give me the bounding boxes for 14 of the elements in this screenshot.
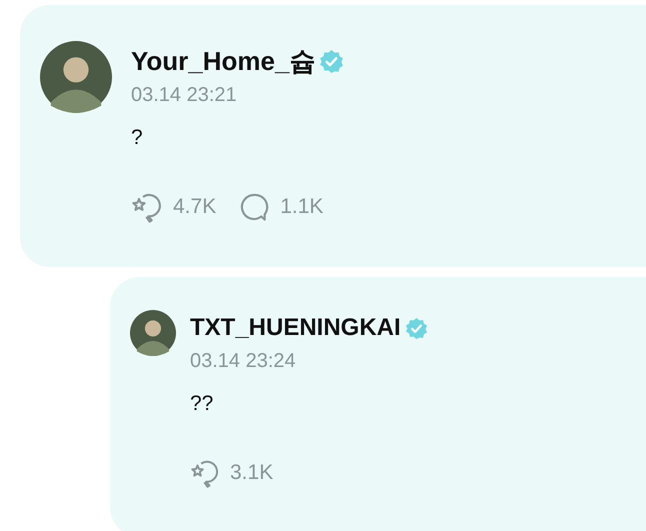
star-bubble-icon: [131, 191, 163, 223]
author-name[interactable]: TXT_HUENINGKAI: [190, 313, 401, 343]
post-text: ?: [131, 125, 144, 151]
speech-bubble-icon: [238, 191, 270, 223]
author-name[interactable]: Your_Home_슙: [131, 45, 316, 77]
post-text: ??: [190, 391, 214, 417]
avatar: [130, 310, 176, 356]
stat-count: 1.1K: [280, 194, 324, 220]
stat-count: 3.1K: [230, 460, 274, 486]
star-bubble-icon: [190, 458, 220, 488]
post-time: 03.14 23:21: [131, 83, 238, 108]
stat-count: 4.7K: [173, 194, 216, 220]
avatar: [40, 41, 112, 113]
post-time: 03.14 23:24: [190, 349, 297, 374]
